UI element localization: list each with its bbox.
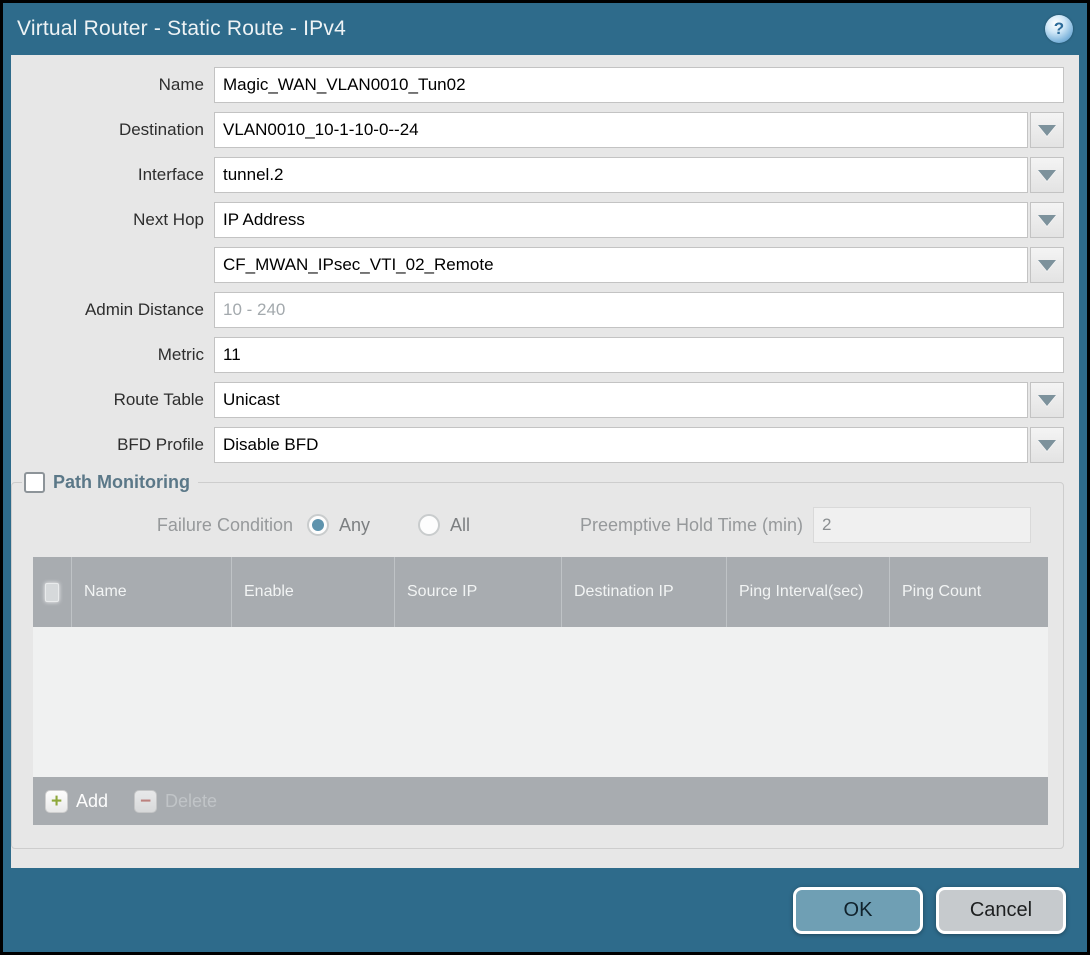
failure-condition-label: Failure Condition [12,515,307,536]
chevron-down-icon [1038,440,1056,451]
next-hop-label: Next Hop [11,210,214,230]
radio-any-selected-dot [312,519,324,531]
ok-button[interactable]: OK [793,887,923,934]
plus-icon: + [45,790,68,813]
select-all-checkbox[interactable] [45,583,59,602]
name-input[interactable] [214,67,1064,103]
destination-input[interactable] [214,112,1028,148]
chevron-down-icon [1038,395,1056,406]
chevron-down-icon [1038,260,1056,271]
preemptive-hold-input[interactable] [813,507,1031,543]
route-table-input[interactable] [214,382,1028,418]
help-icon-glyph: ? [1054,19,1064,39]
bfd-profile-label: BFD Profile [11,435,214,455]
radio-all[interactable] [418,514,440,536]
chevron-down-icon [1038,170,1056,181]
failure-condition-radio-group: Any All [307,514,508,536]
table-header-row: Name Enable Source IP Destination IP Pin… [33,557,1048,627]
route-table-label: Route Table [11,390,214,410]
table-action-bar: + Add − Delete [33,777,1048,825]
path-monitoring-checkbox[interactable] [24,472,45,493]
table-header-select-cell [33,557,72,627]
form-row-admin-distance: Admin Distance [11,292,1064,328]
form-row-next-hop-address [11,247,1064,283]
path-monitoring-section: Path Monitoring Failure Condition Any Al… [11,472,1064,849]
form-row-interface: Interface [11,157,1064,193]
static-route-dialog: Virtual Router - Static Route - IPv4 ? N… [3,3,1087,952]
radio-all-label: All [450,515,470,536]
preemptive-hold-label: Preemptive Hold Time (min) [580,515,813,536]
column-header-ping-interval: Ping Interval(sec) [727,557,890,627]
form-row-destination: Destination [11,112,1064,148]
interface-label: Interface [11,165,214,185]
destination-dropdown-button[interactable] [1030,112,1064,148]
next-hop-type-input[interactable] [214,202,1028,238]
admin-distance-input[interactable] [214,292,1064,328]
next-hop-dropdown-button[interactable] [1030,202,1064,238]
help-icon[interactable]: ? [1045,15,1073,43]
metric-label: Metric [11,345,214,365]
add-button-label: Add [76,791,108,812]
form-row-name: Name [11,67,1064,103]
minus-icon: − [134,790,157,813]
cancel-button[interactable]: Cancel [936,887,1066,934]
radio-any[interactable] [307,514,329,536]
form-row-metric: Metric [11,337,1064,373]
chevron-down-icon [1038,215,1056,226]
column-header-name: Name [72,557,232,627]
radio-any-label: Any [339,515,370,536]
chevron-down-icon [1038,125,1056,136]
form-row-route-table: Route Table [11,382,1064,418]
path-monitoring-legend: Path Monitoring [22,472,198,493]
metric-input[interactable] [214,337,1064,373]
destination-label: Destination [11,120,214,140]
next-hop-address-dropdown-button[interactable] [1030,247,1064,283]
interface-dropdown-button[interactable] [1030,157,1064,193]
titlebar: Virtual Router - Static Route - IPv4 ? [3,3,1087,55]
column-header-destination-ip: Destination IP [562,557,727,627]
path-monitoring-table: Name Enable Source IP Destination IP Pin… [33,557,1048,825]
add-button[interactable]: + Add [45,790,108,813]
name-label: Name [11,75,214,95]
delete-button[interactable]: − Delete [134,790,217,813]
dialog-footer: OK Cancel [3,868,1087,952]
interface-input[interactable] [214,157,1028,193]
column-header-ping-count: Ping Count [890,557,1048,627]
column-header-source-ip: Source IP [395,557,562,627]
dialog-title: Virtual Router - Static Route - IPv4 [17,17,346,41]
admin-distance-label: Admin Distance [11,300,214,320]
column-header-enable: Enable [232,557,395,627]
bfd-profile-dropdown-button[interactable] [1030,427,1064,463]
next-hop-address-input[interactable] [214,247,1028,283]
route-table-dropdown-button[interactable] [1030,382,1064,418]
form-row-next-hop: Next Hop [11,202,1064,238]
path-monitoring-title: Path Monitoring [53,472,190,493]
delete-button-label: Delete [165,791,217,812]
bfd-profile-input[interactable] [214,427,1028,463]
dialog-content: Name Destination Interface Next Hop [11,55,1079,868]
table-body-empty [33,627,1048,777]
form-row-bfd-profile: BFD Profile [11,427,1064,463]
failure-condition-row: Failure Condition Any All Preemptive Hol… [12,507,1031,543]
